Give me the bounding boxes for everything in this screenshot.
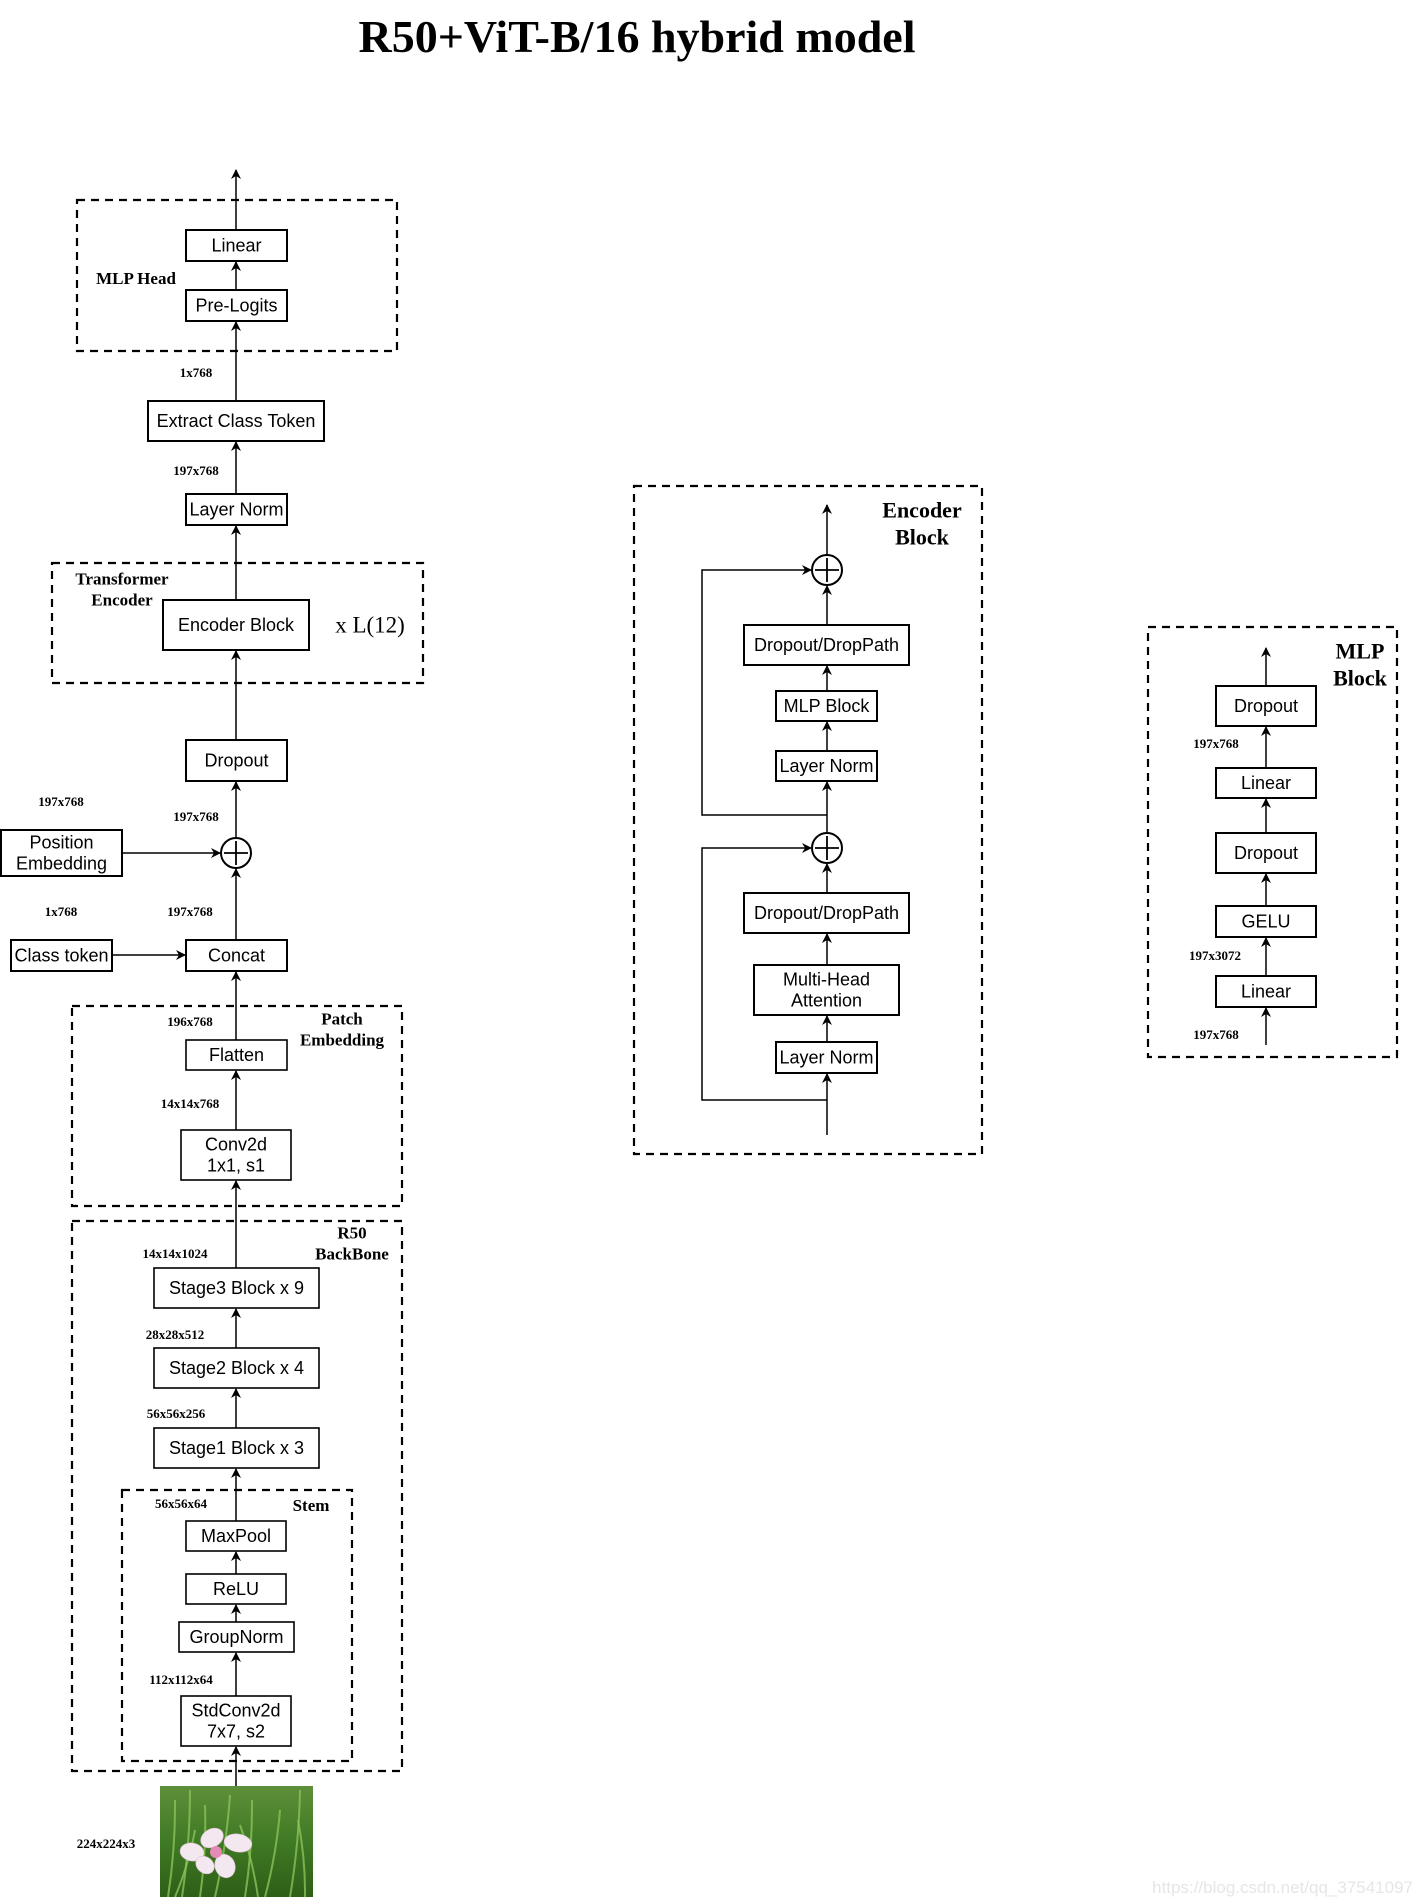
position-embedding-node-label-line-1: Position [29,832,93,852]
stem-title: Stem [293,1496,330,1515]
conv2d-node-label-line-1: Conv2d [205,1134,267,1154]
eb-add-bottom-icon [811,832,843,864]
patch-embedding-title-line-2: Embedding [300,1030,385,1049]
watermark: https://blog.csdn.net/qq_37541097 [1152,1878,1413,1897]
dim-after-flatten: 196x768 [167,1014,213,1029]
add-position-embedding-icon [220,837,252,869]
transformer-encoder-title-line-1: Transformer [75,569,169,588]
eb-layer-norm-top-node-label: Layer Norm [779,756,873,776]
dropout-node-label: Dropout [204,750,268,770]
maxpool-node-label: MaxPool [201,1526,271,1546]
eb-mha-node-label-line-1: Multi-Head [783,969,870,989]
concat-node-label: Concat [208,945,265,965]
input-image [160,1786,313,1897]
dim-after-extract: 1x768 [180,365,213,380]
stage3-node-label: Stage3 Block x 9 [169,1278,304,1298]
class-token-node-label: Class token [14,945,108,965]
dim-stage3-out: 14x14x1024 [143,1246,209,1261]
mlp-linear-bottom-node-label: Linear [1241,981,1291,1001]
encoder-block-node-label: Encoder Block [178,615,295,635]
mlp-dropout-mid-node-label: Dropout [1234,843,1298,863]
eb-mlp-block-node-label: MLP Block [784,696,871,716]
mlp-linear-top-node-label: Linear [1241,773,1291,793]
mlp-dim-after-linear-top: 197x768 [1193,736,1239,751]
flatten-node-label: Flatten [209,1045,264,1065]
stdconv2d-node-label-line-2: 7x7, s2 [207,1721,265,1741]
transformer-encoder-title-line-2: Encoder [91,590,153,609]
dim-class-token: 1x768 [45,904,78,919]
stage1-node-label: Stage1 Block x 3 [169,1438,304,1458]
mlp-head-title: MLP Head [96,269,176,288]
encoder-block-title-line-2: Block [895,525,950,550]
stage2-node-label: Stage2 Block x 4 [169,1358,304,1378]
patch-embedding-title-line-1: Patch [321,1009,363,1028]
encoder-repeat-label: x L(12) [335,612,405,637]
relu-node-label: ReLU [213,1579,259,1599]
eb-add-top-icon [811,554,843,586]
extract-class-token-node-label: Extract Class Token [157,411,316,431]
dim-pos-embed: 197x768 [38,794,84,809]
mlp-gelu-node-label: GELU [1241,911,1290,931]
mlp-dim-after-linear-bottom: 197x3072 [1189,948,1241,963]
dim-stdconv-out: 112x112x64 [149,1672,213,1687]
mlp-block-title-line-1: MLP [1336,639,1385,664]
groupnorm-node-label: GroupNorm [189,1627,283,1647]
dim-after-layernorm: 197x768 [173,463,219,478]
conv2d-node-label-line-2: 1x1, s1 [207,1155,265,1175]
dim-stem-out: 56x56x64 [155,1496,208,1511]
eb-dropout-top-node-label: Dropout/DropPath [754,635,899,655]
r50-backbone-title-line-1: R50 [337,1223,366,1242]
eb-dropout-bottom-node-label: Dropout/DropPath [754,903,899,923]
dim-stage1-out: 56x56x256 [147,1406,206,1421]
architecture-diagram: R50+ViT-B/16 hybrid model MLP Head Transf… [0,11,1413,1897]
dim-stage2-out: 28x28x512 [146,1327,205,1342]
eb-mha-node-label-line-2: Attention [791,990,862,1010]
mlp-dropout-top-node-label: Dropout [1234,696,1298,716]
eb-layer-norm-bottom-node-label: Layer Norm [779,1047,873,1067]
dim-after-conv: 14x14x768 [161,1096,220,1111]
linear-node-label: Linear [211,235,261,255]
mlp-dim-input: 197x768 [1193,1027,1239,1042]
dim-after-concat: 197x768 [167,904,213,919]
page-title: R50+ViT-B/16 hybrid model [358,11,915,62]
dim-after-add: 197x768 [173,809,219,824]
position-embedding-node-label-line-2: Embedding [16,853,107,873]
mlp-block-title-line-2: Block [1333,666,1388,691]
encoder-block-title-line-1: Encoder [882,498,962,523]
r50-backbone-title-line-2: BackBone [315,1244,389,1263]
stdconv2d-node-label-line-1: StdConv2d [191,1700,280,1720]
layer-norm-node-label: Layer Norm [189,499,283,519]
pre-logits-node-label: Pre-Logits [195,295,277,315]
dim-input: 224x224x3 [77,1836,136,1851]
